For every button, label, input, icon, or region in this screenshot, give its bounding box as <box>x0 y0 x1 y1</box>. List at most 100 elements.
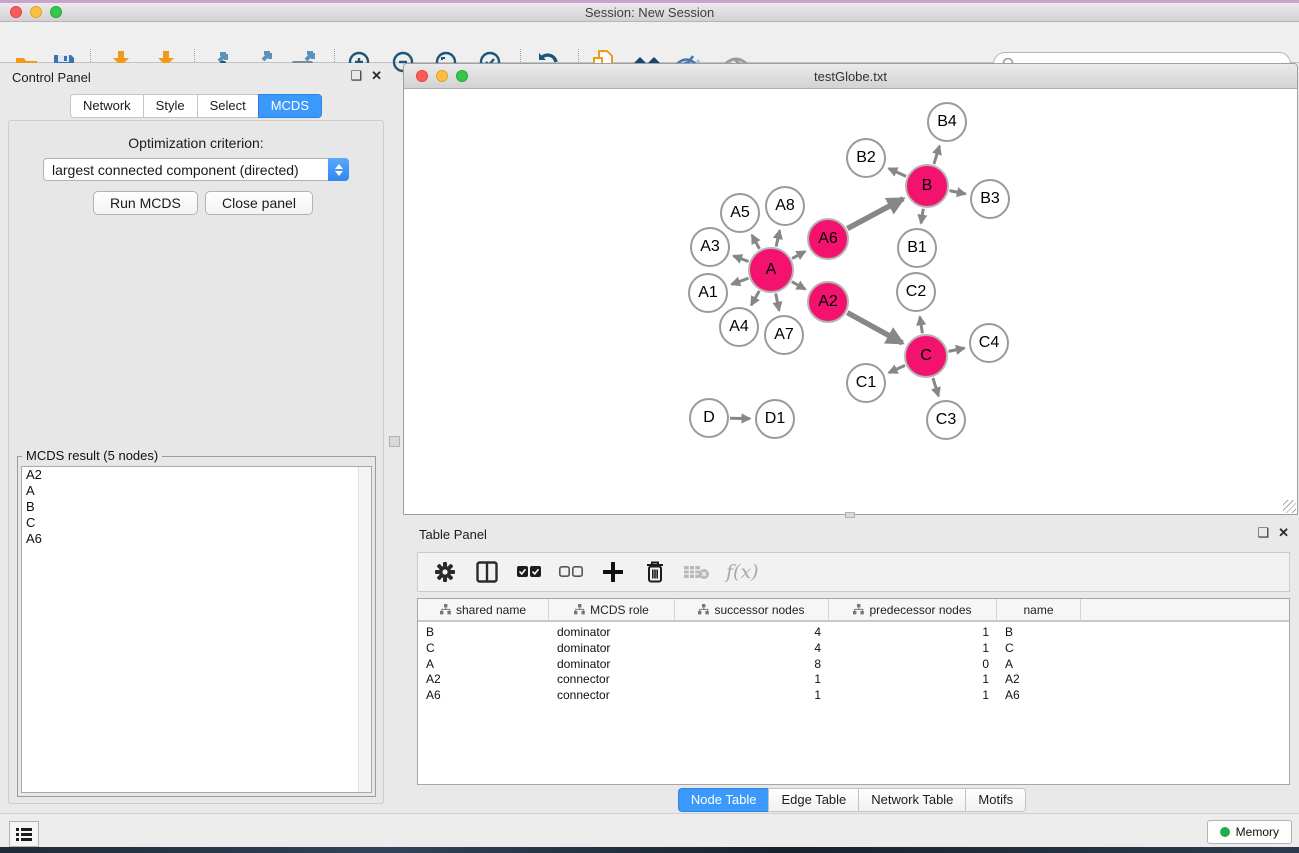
network-minimize-button[interactable] <box>436 70 448 82</box>
float-panel-icon[interactable]: ❑ <box>350 69 362 83</box>
run-mcds-button[interactable]: Run MCDS <box>93 191 198 215</box>
tab-style[interactable]: Style <box>143 94 197 118</box>
create-column-plus-icon[interactable] <box>600 559 626 585</box>
table-cell[interactable]: 4 <box>675 640 829 656</box>
table-cell[interactable]: connector <box>549 671 675 687</box>
mcds-result-item[interactable]: A <box>22 483 371 499</box>
table-cell[interactable]: 1 <box>829 624 997 640</box>
table-cell[interactable]: B <box>418 624 549 640</box>
table-cell[interactable]: C <box>997 640 1081 656</box>
table-cell[interactable]: dominator <box>549 624 675 640</box>
show-column-panel-icon[interactable] <box>474 559 500 585</box>
table-cell[interactable]: A6 <box>997 687 1081 703</box>
scrollbar-track[interactable] <box>358 467 371 792</box>
table-cell[interactable]: 1 <box>829 687 997 703</box>
divider-handle[interactable] <box>389 436 400 447</box>
table-cell[interactable]: 1 <box>675 671 829 687</box>
table-cell[interactable]: 1 <box>675 687 829 703</box>
network-window-titlebar[interactable]: testGlobe.txt <box>404 64 1297 89</box>
tab-edge-table[interactable]: Edge Table <box>768 788 858 812</box>
zoom-window-button[interactable] <box>50 6 62 18</box>
table-cell[interactable]: A <box>997 656 1081 672</box>
resize-grip-icon[interactable] <box>1283 500 1296 513</box>
graph-node-a2[interactable]: A2 <box>807 281 849 323</box>
graph-node-b4[interactable]: B4 <box>927 102 967 142</box>
close-panel-button[interactable]: Close panel <box>205 191 313 215</box>
graph-node-c[interactable]: C <box>904 334 948 378</box>
select-all-columns-icon[interactable] <box>516 559 542 585</box>
column-header-name[interactable]: name <box>997 599 1081 620</box>
memory-button[interactable]: Memory <box>1207 820 1292 844</box>
table-cell[interactable]: A6 <box>418 687 549 703</box>
graph-node-a7[interactable]: A7 <box>764 315 804 355</box>
delete-table-icon[interactable] <box>684 559 710 585</box>
close-panel-icon[interactable]: ✕ <box>371 69 382 83</box>
graph-node-a4[interactable]: A4 <box>719 307 759 347</box>
table-row[interactable]: Adominator80A <box>418 656 1289 672</box>
tab-network[interactable]: Network <box>70 94 143 118</box>
graph-node-c2[interactable]: C2 <box>896 272 936 312</box>
table-cell[interactable]: A <box>418 656 549 672</box>
column-header-predecessor-nodes[interactable]: predecessor nodes <box>829 599 997 620</box>
table-row[interactable]: A2connector11A2 <box>418 671 1289 687</box>
graph-node-a5[interactable]: A5 <box>720 193 760 233</box>
unselect-all-columns-icon[interactable] <box>558 559 584 585</box>
delete-column-trash-icon[interactable] <box>642 559 668 585</box>
network-close-button[interactable] <box>416 70 428 82</box>
table-cell[interactable]: dominator <box>549 656 675 672</box>
graph-node-b[interactable]: B <box>905 164 949 208</box>
mcds-result-list[interactable]: A2ABCA6 <box>21 466 372 793</box>
graph-node-b2[interactable]: B2 <box>846 138 886 178</box>
mcds-result-item[interactable]: B <box>22 499 371 515</box>
graph-node-d1[interactable]: D1 <box>755 399 795 439</box>
divider-handle[interactable] <box>845 512 855 518</box>
graph-node-d[interactable]: D <box>689 398 729 438</box>
table-cell[interactable]: C <box>418 640 549 656</box>
node-table[interactable]: shared nameMCDS rolesuccessor nodesprede… <box>417 598 1290 785</box>
mcds-result-item[interactable]: A2 <box>22 467 371 483</box>
column-header-successor-nodes[interactable]: successor nodes <box>675 599 829 620</box>
close-panel-icon[interactable]: ✕ <box>1278 526 1289 540</box>
table-cell[interactable]: dominator <box>549 640 675 656</box>
network-zoom-button[interactable] <box>456 70 468 82</box>
criterion-select[interactable]: largest connected component (directed) <box>43 158 349 181</box>
tab-mcds[interactable]: MCDS <box>258 94 322 118</box>
graph-node-c3[interactable]: C3 <box>926 400 966 440</box>
table-cell[interactable]: 1 <box>829 671 997 687</box>
table-cell[interactable]: 8 <box>675 656 829 672</box>
function-builder-icon[interactable]: f(x) <box>726 561 759 583</box>
table-cell[interactable]: A2 <box>418 671 549 687</box>
minimize-window-button[interactable] <box>30 6 42 18</box>
table-row[interactable]: Bdominator41B <box>418 624 1289 640</box>
tab-node-table[interactable]: Node Table <box>678 788 769 812</box>
table-cell[interactable]: B <box>997 624 1081 640</box>
graph-node-a8[interactable]: A8 <box>765 186 805 226</box>
table-cell[interactable]: 0 <box>829 656 997 672</box>
column-header-mcds-role[interactable]: MCDS role <box>549 599 675 620</box>
close-window-button[interactable] <box>10 6 22 18</box>
network-canvas[interactable]: B4 B2 B B3 A8A5 A6 A3 B1 A C2 A1 A2 A4A7 C4 C C1 D D1 C3 <box>405 90 1296 514</box>
graph-node-b1[interactable]: B1 <box>897 228 937 268</box>
table-cell[interactable]: 4 <box>675 624 829 640</box>
table-cell[interactable]: A2 <box>997 671 1081 687</box>
graph-node-a3[interactable]: A3 <box>690 227 730 267</box>
table-row[interactable]: Cdominator41C <box>418 640 1289 656</box>
graph-node-a6[interactable]: A6 <box>807 218 849 260</box>
task-history-button[interactable] <box>9 821 39 847</box>
mcds-result-item[interactable]: A6 <box>22 531 371 547</box>
tab-network-table[interactable]: Network Table <box>858 788 965 812</box>
graph-node-a[interactable]: A <box>748 247 794 293</box>
graph-node-c1[interactable]: C1 <box>846 363 886 403</box>
mcds-result-item[interactable]: C <box>22 515 371 531</box>
table-settings-gear-icon[interactable] <box>432 559 458 585</box>
table-cell[interactable]: 1 <box>829 640 997 656</box>
float-panel-icon[interactable]: ❑ <box>1257 526 1269 540</box>
graph-node-b3[interactable]: B3 <box>970 179 1010 219</box>
graph-node-a1[interactable]: A1 <box>688 273 728 313</box>
table-row[interactable]: A6connector11A6 <box>418 687 1289 703</box>
column-header-shared-name[interactable]: shared name <box>418 599 549 620</box>
graph-node-c4[interactable]: C4 <box>969 323 1009 363</box>
table-cell[interactable]: connector <box>549 687 675 703</box>
tab-motifs[interactable]: Motifs <box>965 788 1026 812</box>
tab-select[interactable]: Select <box>197 94 258 118</box>
